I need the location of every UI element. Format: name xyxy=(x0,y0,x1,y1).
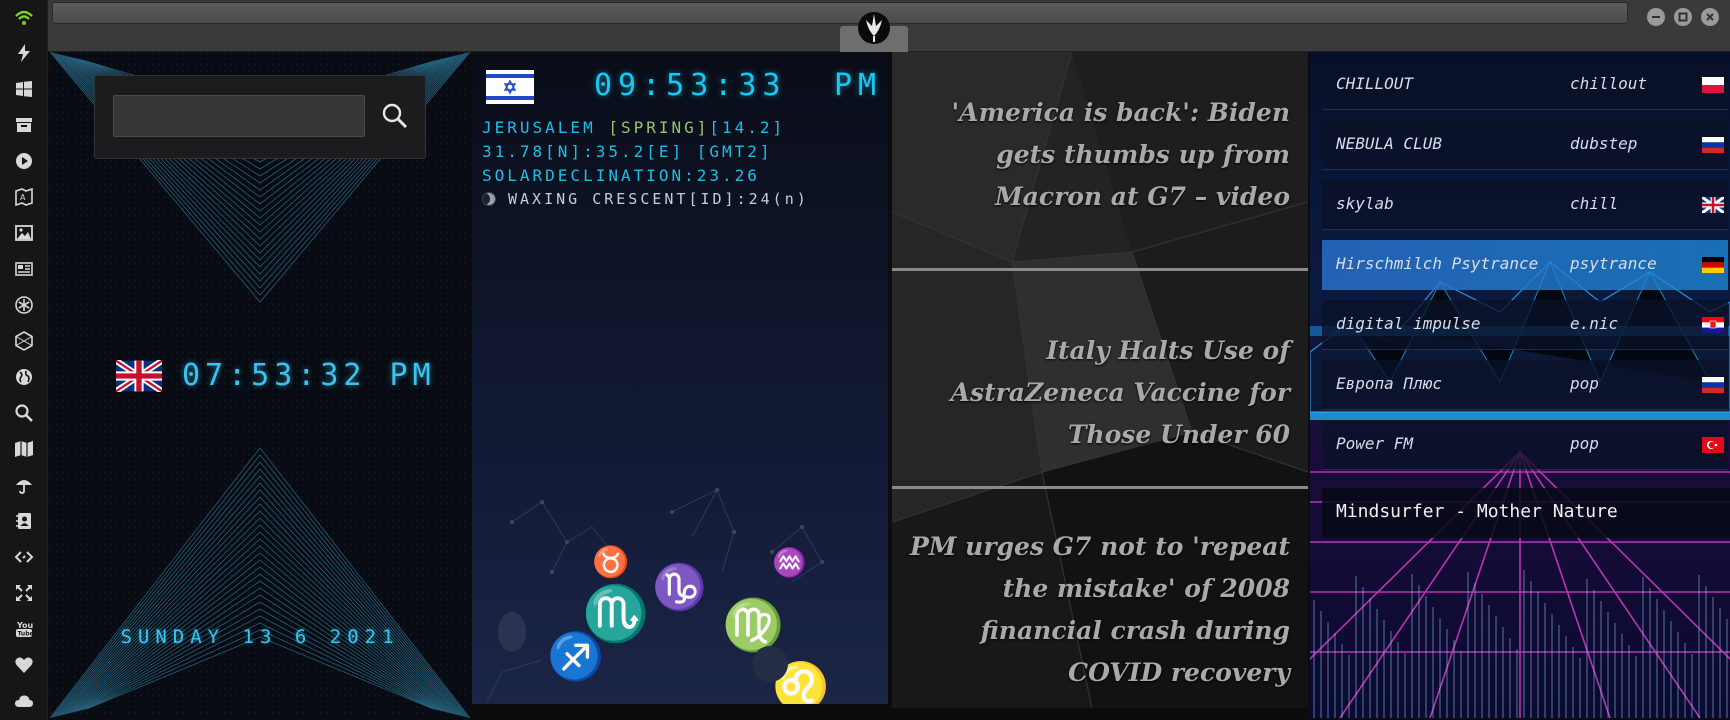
news-divider xyxy=(892,268,1308,271)
radio-panel: CHILLOUT chillout NEBULA CLUB dubstep skylab… xyxy=(1310,52,1730,718)
search-icon xyxy=(382,103,408,129)
news-headline[interactable]: 'America is back': Biden gets thumbs up … xyxy=(906,92,1290,218)
svg-text:You: You xyxy=(16,621,34,630)
station-genre: pop xyxy=(1570,374,1599,393)
station-row[interactable]: digital impulse e.nic xyxy=(1322,300,1728,350)
station-genre: pop xyxy=(1570,434,1599,453)
zodiac-constellation-art: ♏ ♑ ♍ ♌ ♐ ♉ ♒ xyxy=(486,488,829,704)
moon-phase-text: WAXING CRESCENT[ID]:24(n) xyxy=(508,190,809,208)
station-genre: chillout xyxy=(1570,74,1648,93)
station-genre: psytrance xyxy=(1570,254,1657,273)
turkey-flag-icon xyxy=(1702,437,1724,453)
cloud-icon[interactable] xyxy=(12,689,36,713)
minimize-button[interactable] xyxy=(1647,8,1665,26)
code-icon[interactable] xyxy=(12,545,36,569)
globe-icon[interactable] xyxy=(12,365,36,389)
station-genre: e.nic xyxy=(1570,314,1619,333)
search-box xyxy=(94,75,426,159)
minimize-icon xyxy=(1652,16,1660,18)
windows-icon[interactable] xyxy=(12,77,36,101)
search-icon[interactable] xyxy=(12,401,36,425)
uk-time-display: 07:53:32 PM xyxy=(182,358,436,393)
russia-flag-icon xyxy=(1702,137,1724,153)
hexagon-icon[interactable] xyxy=(12,329,36,353)
heart-icon[interactable] xyxy=(12,653,36,677)
svg-text:♍: ♍ xyxy=(722,596,784,654)
station-name: Hirschmilch Psytrance xyxy=(1336,254,1539,273)
moon-phase-icon xyxy=(482,192,496,206)
news-panel: 'America is back': Biden gets thumbs up … xyxy=(892,52,1308,708)
city-temp: [14.2] xyxy=(709,118,786,137)
station-row[interactable]: NEBULA CLUB dubstep xyxy=(1322,120,1728,170)
close-icon xyxy=(1706,13,1714,21)
svg-text:A: A xyxy=(20,193,26,202)
svg-text:♒: ♒ xyxy=(772,546,807,579)
image-icon[interactable] xyxy=(12,221,36,245)
station-name: CHILLOUT xyxy=(1336,74,1414,93)
jerusalem-time: 09:53:33 xyxy=(594,68,787,103)
moon-phase-line: WAXING CRESCENT[ID]:24(n) xyxy=(482,190,809,208)
now-playing: Mindsurfer - Mother Nature xyxy=(1322,488,1730,538)
desktop-app: A You Tube 07:53:32 PM SUNDAY 13 6 2021 … xyxy=(0,0,1730,720)
solar-declination: SOLARDECLINATION:23.26 xyxy=(482,166,760,185)
contacts-icon[interactable] xyxy=(12,509,36,533)
expand-icon[interactable] xyxy=(12,581,36,605)
svg-text:♑: ♑ xyxy=(652,562,707,613)
station-row[interactable]: CHILLOUT chillout xyxy=(1322,60,1728,110)
uk-flag-icon xyxy=(116,360,162,392)
station-genre: chill xyxy=(1570,194,1619,213)
search-button[interactable] xyxy=(375,96,415,136)
search-input[interactable] xyxy=(113,95,365,137)
station-row[interactable]: skylab chill xyxy=(1322,180,1728,230)
croatia-flag-icon xyxy=(1702,317,1724,333)
rebel-alliance-logo-icon xyxy=(858,12,890,44)
station-name: skylab xyxy=(1336,194,1394,213)
archive-icon[interactable] xyxy=(12,113,36,137)
news-divider xyxy=(892,486,1308,489)
jerusalem-coords: 31.78[N]:35.2[E] [GMT2] xyxy=(482,142,773,161)
close-button[interactable] xyxy=(1701,8,1719,26)
title-bar-strip xyxy=(52,2,1628,24)
israel-flag-icon xyxy=(486,70,534,104)
poland-flag-icon xyxy=(1702,77,1724,93)
news-headline[interactable]: Italy Halts Use of AstraZeneca Vaccine f… xyxy=(906,330,1290,456)
jerusalem-ampm: PM xyxy=(834,68,883,103)
russia-flag-icon xyxy=(1702,377,1724,393)
map-book-icon[interactable]: A xyxy=(12,185,36,209)
maximize-icon xyxy=(1678,12,1688,22)
news-headline[interactable]: PM urges G7 not to 'repeat the mistake' … xyxy=(906,526,1290,694)
play-icon[interactable] xyxy=(12,149,36,173)
season-label: [SPRING] xyxy=(608,118,710,137)
youtube-icon[interactable]: You Tube xyxy=(12,617,36,641)
station-row[interactable]: Европа Плюс pop xyxy=(1322,360,1728,410)
svg-text:Tube: Tube xyxy=(18,631,34,638)
svg-text:♉: ♉ xyxy=(592,544,629,580)
settings-asterisk-icon[interactable] xyxy=(12,293,36,317)
clock-panel: 07:53:32 PM SUNDAY 13 6 2021 xyxy=(50,52,470,718)
bolt-icon[interactable] xyxy=(12,41,36,65)
maximize-button[interactable] xyxy=(1674,8,1692,26)
umbrella-icon[interactable] xyxy=(12,473,36,497)
jerusalem-city-line: JERUSALEM [SPRING][14.2] xyxy=(482,118,785,137)
germany-flag-icon xyxy=(1702,257,1724,273)
svg-text:♐: ♐ xyxy=(547,629,604,683)
station-row[interactable]: Power FM pop xyxy=(1322,420,1728,470)
left-icon-rail: A You Tube xyxy=(0,0,48,720)
station-name: NEBULA CLUB xyxy=(1336,134,1442,153)
station-row[interactable]: Hirschmilch Psytrance psytrance xyxy=(1322,240,1728,290)
station-name: digital impulse xyxy=(1336,314,1481,333)
newspaper-icon[interactable] xyxy=(12,257,36,281)
station-name: Power FM xyxy=(1336,434,1414,453)
uk-flag-icon xyxy=(1702,197,1724,213)
map-icon[interactable] xyxy=(12,437,36,461)
station-genre: dubstep xyxy=(1570,134,1638,153)
uk-date-display: SUNDAY 13 6 2021 xyxy=(120,626,400,648)
city-name: JERUSALEM xyxy=(482,118,609,137)
station-name: Европа Плюс xyxy=(1336,374,1442,393)
jerusalem-panel: 09:53:33 PM JERUSALEM [SPRING][14.2] 31.… xyxy=(472,52,888,704)
wifi-icon[interactable] xyxy=(12,6,36,30)
